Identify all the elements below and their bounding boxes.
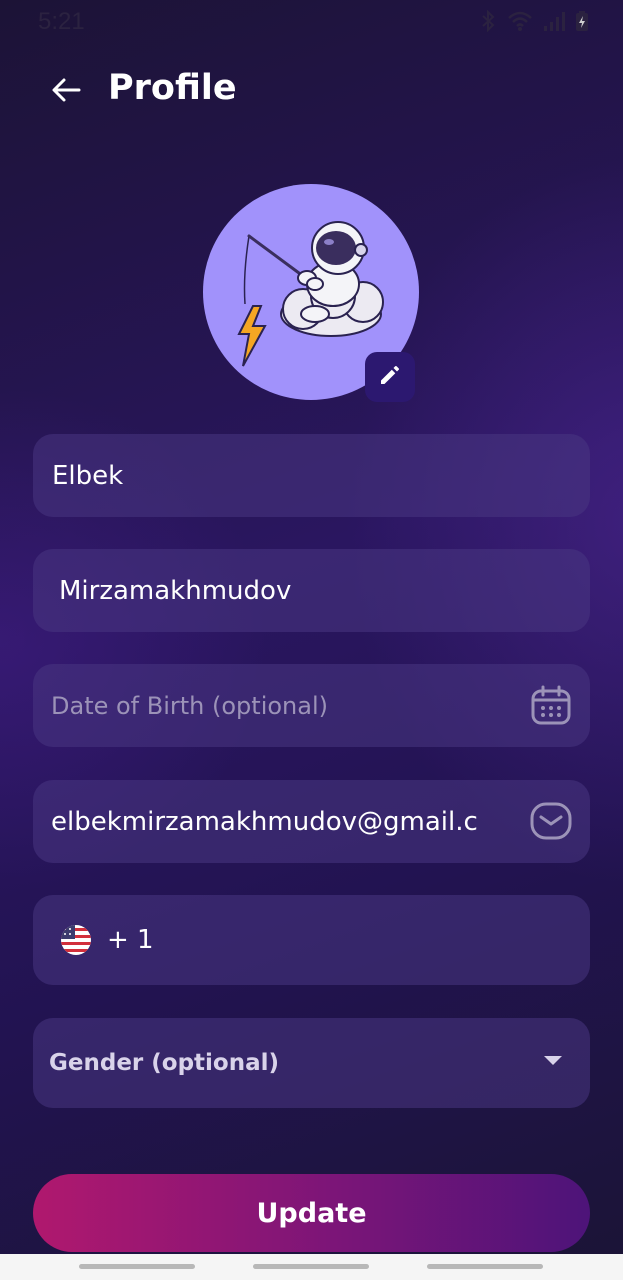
date-of-birth-placeholder: Date of Birth (optional) (51, 691, 328, 720)
calendar-icon[interactable] (530, 684, 572, 726)
gender-select[interactable]: Gender (optional) (33, 1018, 590, 1108)
first-name-field[interactable]: Elbek (33, 434, 590, 517)
date-of-birth-field[interactable]: Date of Birth (optional) (33, 664, 590, 747)
last-name-value: Mirzamakhmudov (59, 575, 292, 606)
email-value: elbekmirzamakhmudov@gmail.c (51, 806, 478, 837)
update-button[interactable]: Update (33, 1174, 590, 1252)
phone-country-code[interactable]: + 1 (107, 925, 154, 955)
page-title: Profile (108, 68, 237, 108)
phone-field[interactable]: + 1 (33, 895, 590, 985)
update-button-label: Update (256, 1197, 367, 1229)
nav-handle-center[interactable] (253, 1264, 369, 1269)
signal-icon (543, 10, 565, 36)
first-name-value: Elbek (52, 460, 124, 491)
arrow-left-icon (51, 77, 81, 107)
back-button[interactable] (44, 72, 88, 112)
us-flag-icon[interactable] (61, 925, 91, 955)
last-name-field[interactable]: Mirzamakhmudov (33, 549, 590, 632)
status-icons (479, 9, 589, 36)
app-header: Profile (0, 60, 623, 124)
dropdown-arrow-icon (544, 1056, 562, 1065)
bluetooth-icon (479, 9, 497, 36)
pencil-icon (378, 363, 402, 391)
avatar-container (203, 184, 419, 402)
nav-handle-left[interactable] (79, 1264, 195, 1269)
gender-label: Gender (optional) (49, 1050, 280, 1076)
system-nav-bar (0, 1254, 623, 1280)
mail-icon (530, 800, 572, 842)
battery-charging-icon (575, 10, 589, 36)
profile-screen: 5:21 Profile Elbek Mirzamakhmudov Date o… (0, 0, 623, 1254)
edit-avatar-button[interactable] (365, 352, 415, 402)
status-bar: 5:21 (0, 0, 623, 44)
status-time: 5:21 (38, 8, 85, 35)
email-field[interactable]: elbekmirzamakhmudov@gmail.c (33, 780, 590, 863)
nav-handle-right[interactable] (427, 1264, 543, 1269)
wifi-icon (507, 10, 533, 36)
